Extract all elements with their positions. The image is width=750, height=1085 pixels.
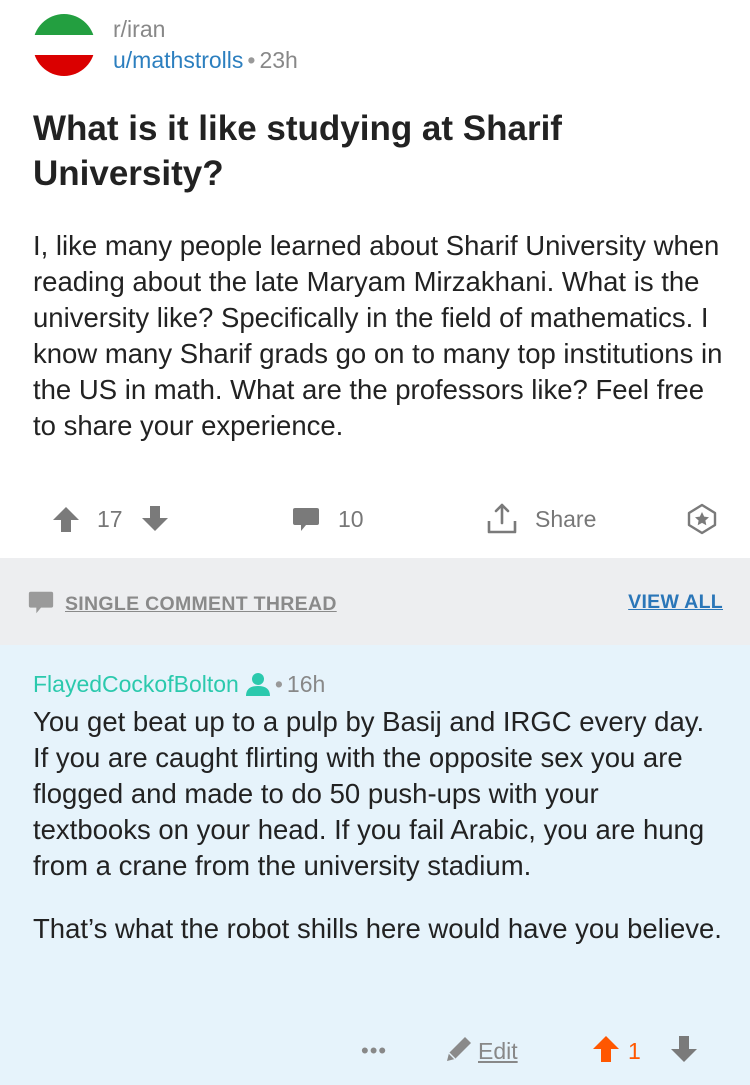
post-title[interactable]: What is it like studying at Sharif Unive…: [33, 106, 723, 196]
post-downvote-button[interactable]: [139, 496, 171, 542]
save-button[interactable]: [686, 496, 718, 542]
edit-label: Edit: [478, 1037, 518, 1064]
speech-bubble-icon: [27, 588, 55, 621]
arrow-down-icon: [668, 1033, 700, 1070]
arrow-up-icon: [50, 503, 82, 535]
comment-downvote-button[interactable]: [668, 1033, 700, 1069]
edit-button[interactable]: Edit: [444, 1033, 518, 1069]
user-icon: [245, 671, 271, 697]
meta-separator: •: [247, 47, 256, 73]
comment-paragraph: That’s what the robot shills here would …: [33, 913, 722, 944]
subreddit-link[interactable]: r/iran: [113, 14, 298, 44]
post-score: 17: [97, 505, 123, 532]
post-age: 23h: [259, 47, 298, 73]
thread-bar: SINGLE COMMENT THREAD VIEW ALL: [0, 558, 750, 645]
comment-body: You get beat up to a pulp by Basij and I…: [33, 704, 723, 974]
subreddit-flag-icon[interactable]: [33, 14, 95, 76]
post-header: r/iran u/mathstrolls • 23h: [33, 12, 298, 78]
thread-label: SINGLE COMMENT THREAD: [65, 593, 337, 615]
comment-score: 1: [628, 1037, 641, 1064]
view-all-link[interactable]: VIEW ALL: [628, 591, 723, 614]
share-upload-icon: [485, 502, 519, 536]
pencil-icon: [444, 1034, 474, 1069]
comment-action-bar: ••• Edit 1: [0, 1033, 750, 1069]
post-meta: r/iran u/mathstrolls • 23h: [113, 14, 298, 76]
post-action-bar: 17 10 Share: [0, 496, 750, 542]
share-button[interactable]: Share: [485, 496, 596, 542]
comment-header: FlayedCockofBolton • 16h: [33, 667, 325, 701]
author-line: u/mathstrolls • 23h: [113, 44, 298, 76]
comment-upvote-button[interactable]: [590, 1033, 622, 1069]
arrow-up-icon: [590, 1033, 622, 1070]
meta-separator: •: [274, 670, 283, 697]
star-badge-icon: [686, 503, 718, 535]
arrow-down-icon: [139, 503, 171, 535]
comment-count: 10: [338, 505, 364, 532]
post-body: I, like many people learned about Sharif…: [33, 230, 723, 441]
comment-author-link[interactable]: FlayedCockofBolton: [33, 671, 239, 698]
single-thread-indicator: SINGLE COMMENT THREAD: [27, 588, 337, 621]
share-label: Share: [535, 505, 597, 532]
post-card: r/iran u/mathstrolls • 23h What is it like…: [0, 0, 750, 558]
post-upvote-button[interactable]: [50, 496, 82, 542]
more-options-button[interactable]: •••: [361, 1033, 387, 1069]
post-author-link[interactable]: u/mathstrolls: [113, 47, 243, 73]
comment: FlayedCockofBolton • 16h You get beat up…: [0, 645, 750, 1085]
comment-paragraph: You get beat up to a pulp by Basij and I…: [33, 706, 705, 881]
comments-button[interactable]: 10: [291, 496, 364, 542]
speech-bubble-icon: [291, 504, 321, 534]
comment-age: 16h: [286, 670, 326, 697]
